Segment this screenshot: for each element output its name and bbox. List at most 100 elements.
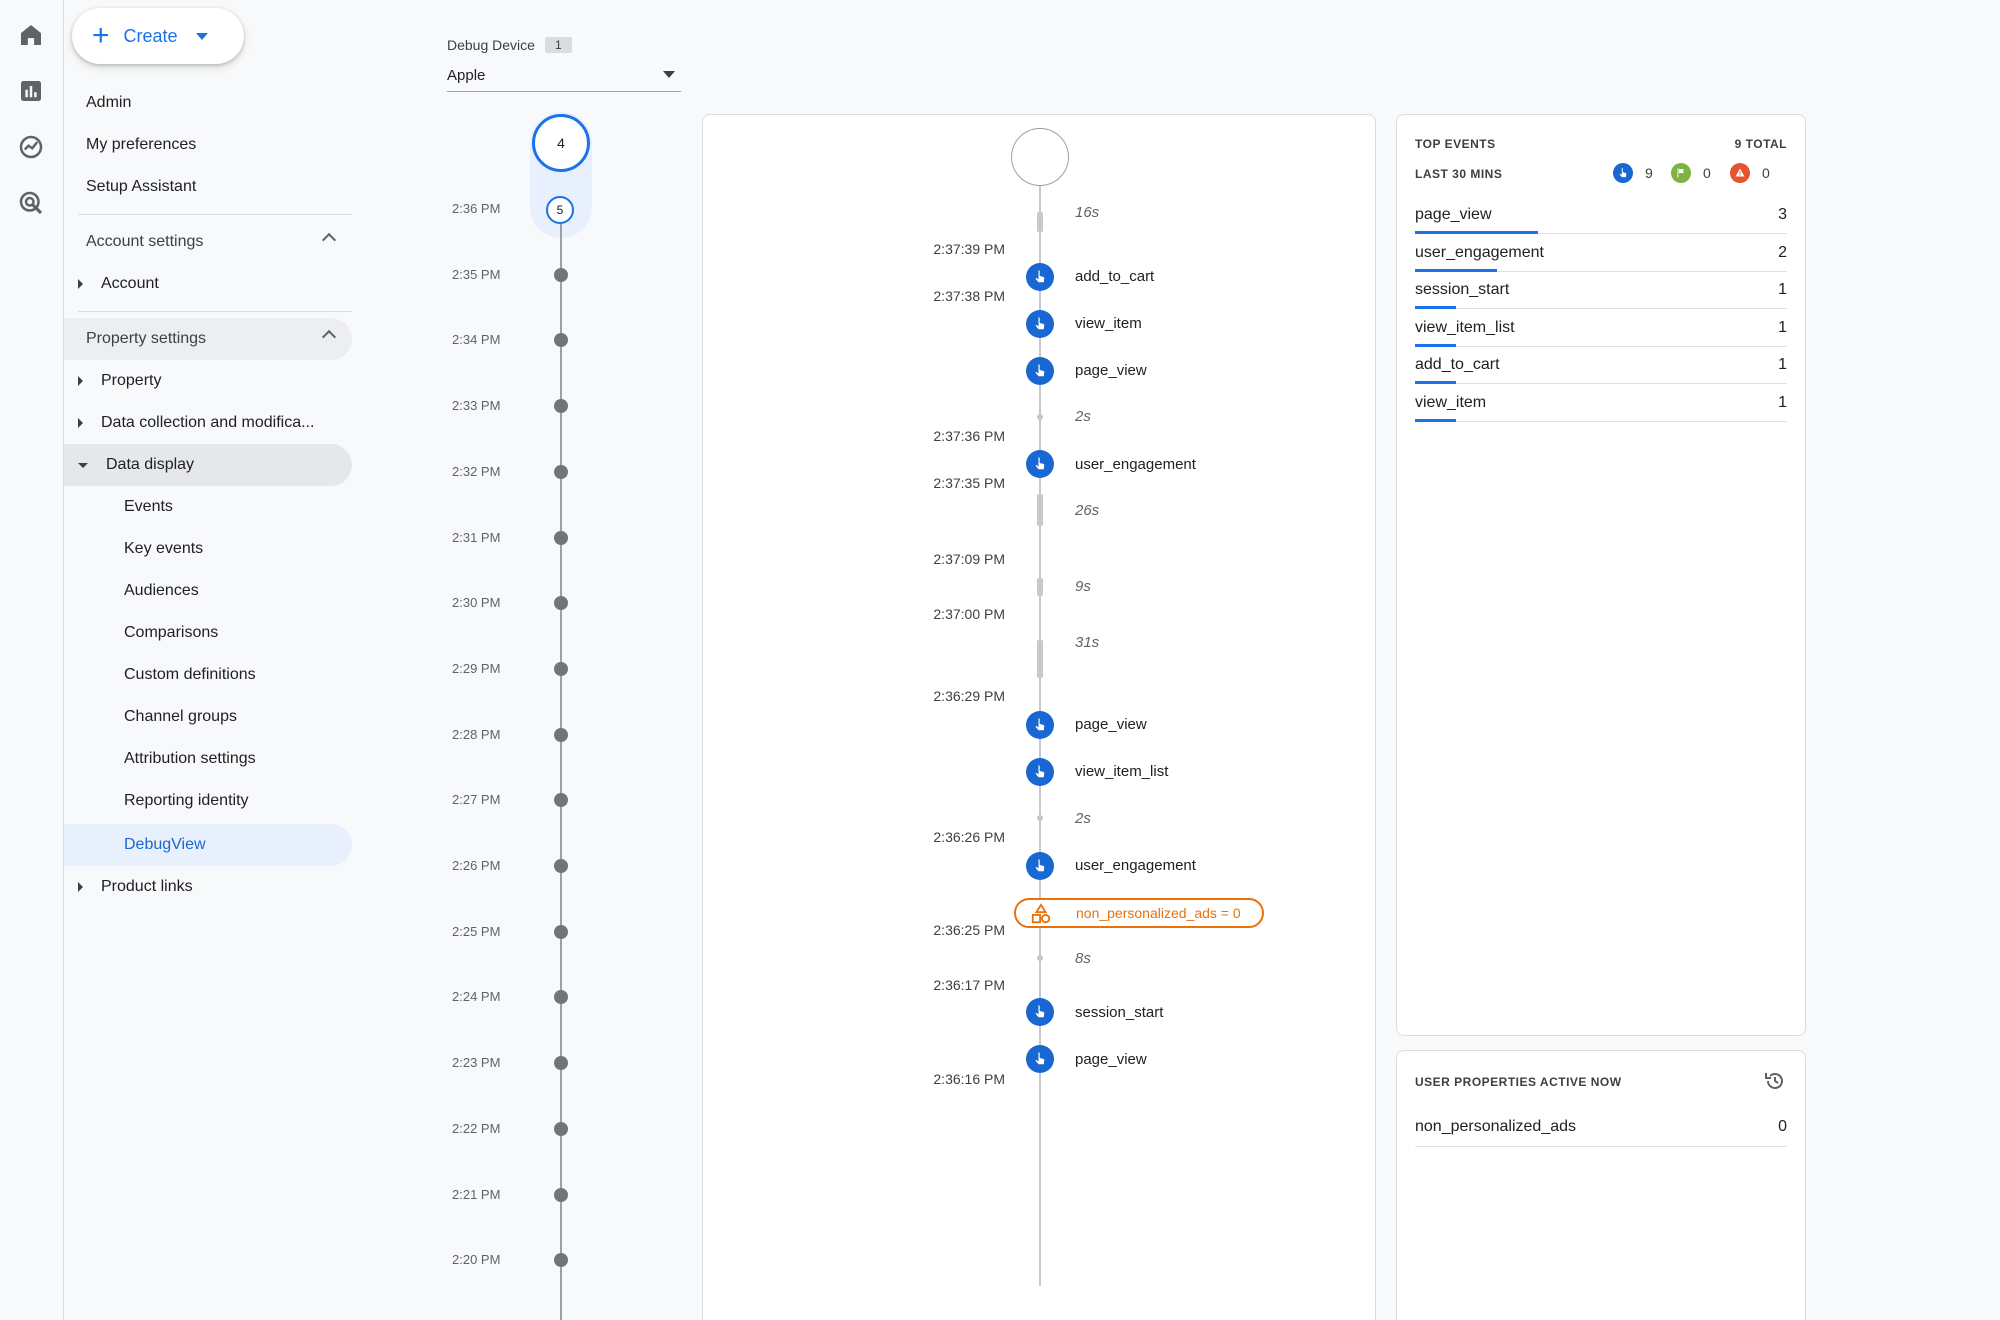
top-event-row[interactable]: user_engagement 2 <box>1415 235 1787 272</box>
property-change-text: non_personalized_ads = 0 <box>1076 905 1241 921</box>
top-event-count: 3 <box>1778 206 1787 223</box>
minute-dot[interactable] <box>554 990 568 1005</box>
top-event-row[interactable]: view_item 1 <box>1415 385 1787 422</box>
minute-label: 2:34 PM <box>452 332 501 348</box>
property-settings-label: Property settings <box>86 330 207 347</box>
minute-bubble-selected[interactable]: 5 <box>546 196 574 224</box>
event-touch-icon[interactable] <box>1026 310 1054 338</box>
history-icon[interactable] <box>1763 1069 1787 1093</box>
event-touch-icon[interactable] <box>1026 1045 1054 1073</box>
nav-attribution-settings[interactable]: Attribution settings <box>64 738 352 780</box>
nav-account[interactable]: Account <box>64 263 352 305</box>
minute-dot[interactable] <box>554 661 568 676</box>
top-event-count: 1 <box>1778 356 1787 373</box>
nav-setup-assistant[interactable]: Setup Assistant <box>86 170 196 204</box>
event-name[interactable]: user_engagement <box>1075 456 1196 473</box>
product-links-label: Product links <box>101 878 193 895</box>
nav-property[interactable]: Property <box>64 360 352 402</box>
divider <box>78 214 352 215</box>
minute-label: 2:28 PM <box>452 726 501 742</box>
top-event-name: session_start <box>1415 281 1510 298</box>
minute-dot[interactable] <box>554 267 568 282</box>
user-property-row[interactable]: non_personalized_ads 0 <box>1415 1109 1787 1147</box>
nav-channel-groups[interactable]: Channel groups <box>64 696 352 738</box>
chevron-up-icon <box>321 329 337 345</box>
user-property-change-pill[interactable]: non_personalized_ads = 0 <box>1014 898 1264 928</box>
top-event-count: 2 <box>1778 243 1787 261</box>
minute-dot[interactable] <box>554 333 568 348</box>
top-event-share-bar <box>1415 418 1456 422</box>
top-event-row[interactable]: view_item_list 1 <box>1415 310 1787 347</box>
property-settings-header[interactable]: Property settings <box>64 318 352 360</box>
minute-dot[interactable] <box>554 1121 568 1136</box>
minute-label: 2:30 PM <box>452 595 501 611</box>
nav-events[interactable]: Events <box>64 486 352 528</box>
event-name[interactable]: view_item <box>1075 315 1142 332</box>
nav-product-links[interactable]: Product links <box>64 866 352 908</box>
minute-dot[interactable] <box>554 1253 568 1268</box>
event-timestamp: 2:36:17 PM <box>933 977 1005 993</box>
top-event-row[interactable]: add_to_cart 1 <box>1415 347 1787 384</box>
nav-debugview[interactable]: DebugView <box>64 824 352 866</box>
event-timestamp: 2:36:16 PM <box>933 1071 1005 1087</box>
minute-dot[interactable] <box>554 464 568 479</box>
minute-dot[interactable] <box>554 399 568 414</box>
minute-dot[interactable] <box>554 924 568 939</box>
debug-device-text: Debug Device <box>447 37 535 53</box>
event-touch-icon[interactable] <box>1026 998 1054 1026</box>
create-button[interactable]: + Create <box>72 8 244 64</box>
event-timestamp: 2:36:26 PM <box>933 829 1005 845</box>
event-name[interactable]: page_view <box>1075 716 1147 733</box>
gap-marker <box>1037 578 1043 596</box>
key-event-count: 0 <box>1703 165 1711 181</box>
event-name[interactable]: session_start <box>1075 1004 1163 1021</box>
top-event-count: 1 <box>1778 393 1787 411</box>
event-touch-icon[interactable] <box>1026 263 1054 291</box>
home-icon[interactable] <box>16 20 46 50</box>
minute-dot[interactable] <box>554 793 568 808</box>
debug-device-select[interactable]: Apple <box>447 60 681 92</box>
explore-icon[interactable] <box>16 132 46 162</box>
event-name[interactable]: add_to_cart <box>1075 268 1154 285</box>
reports-icon[interactable] <box>16 76 46 106</box>
nav-custom-definitions[interactable]: Custom definitions <box>64 654 352 696</box>
seconds-top-bubble[interactable] <box>1011 128 1069 186</box>
gap-label: 16s <box>1075 204 1100 221</box>
event-name[interactable]: view_item_list <box>1075 763 1168 780</box>
event-name[interactable]: page_view <box>1075 1051 1147 1068</box>
left-rail <box>0 0 64 1320</box>
nav-admin[interactable]: Admin <box>86 86 131 120</box>
minute-dot[interactable] <box>554 1056 568 1071</box>
top-event-row[interactable]: session_start 1 <box>1415 272 1787 309</box>
expand-right-icon <box>78 376 83 386</box>
top-event-row[interactable]: page_view 3 <box>1415 197 1787 234</box>
minute-dot[interactable] <box>554 1187 568 1202</box>
minute-dot[interactable] <box>554 859 568 873</box>
minute-dot[interactable] <box>554 530 568 545</box>
minute-dot[interactable] <box>554 727 568 742</box>
nav-data-collection[interactable]: Data collection and modifica... <box>64 402 352 444</box>
event-touch-icon[interactable] <box>1026 758 1054 786</box>
minutes-current-count[interactable]: 4 <box>532 114 590 172</box>
nav-audiences[interactable]: Audiences <box>64 570 352 612</box>
event-name[interactable]: user_engagement <box>1075 857 1196 874</box>
data-display-label: Data display <box>106 456 195 473</box>
nav-comparisons[interactable]: Comparisons <box>64 612 352 654</box>
user-properties-card: USER PROPERTIES ACTIVE NOW non_personali… <box>1396 1050 1806 1320</box>
event-count-badge: 9 <box>1613 163 1653 183</box>
event-touch-icon[interactable] <box>1026 450 1054 478</box>
nav-my-preferences[interactable]: My preferences <box>86 128 196 162</box>
advertising-icon[interactable] <box>16 188 46 218</box>
nav-key-events[interactable]: Key events <box>64 528 352 570</box>
minute-dot[interactable] <box>554 596 568 611</box>
account-settings-header[interactable]: Account settings <box>64 221 352 263</box>
nav-reporting-identity[interactable]: Reporting identity <box>64 780 352 822</box>
minute-label: 2:21 PM <box>452 1186 501 1202</box>
nav-data-display[interactable]: Data display <box>64 444 352 486</box>
minute-label: 2:20 PM <box>452 1252 501 1268</box>
event-name[interactable]: page_view <box>1075 362 1147 379</box>
caret-down-icon[interactable] <box>195 32 208 40</box>
event-touch-icon[interactable] <box>1026 357 1054 385</box>
event-touch-icon[interactable] <box>1026 711 1054 739</box>
event-touch-icon[interactable] <box>1026 852 1054 880</box>
